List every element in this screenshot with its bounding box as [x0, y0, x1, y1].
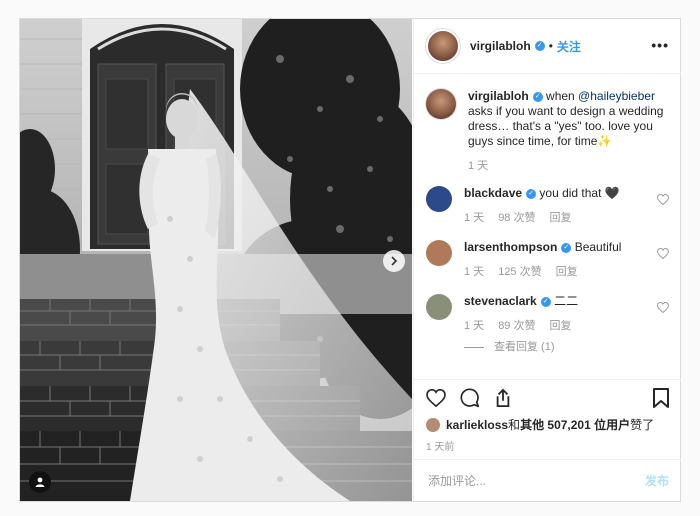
caption-meta: 1 天	[468, 159, 669, 174]
comment-icon[interactable]	[460, 388, 480, 408]
comment-likes[interactable]: 125 次赞	[498, 266, 541, 278]
author-username[interactable]: virgilabloh	[470, 39, 531, 53]
share-icon[interactable]	[494, 388, 512, 408]
comment-text: Beautiful	[574, 240, 622, 254]
action-bar	[414, 379, 681, 415]
follow-button[interactable]: 关注	[557, 38, 581, 55]
comment-item: larsenthompson ✓ Beautiful 1 天 125 次赞 回复	[426, 240, 670, 280]
caption-author[interactable]: virgilabloh	[468, 89, 529, 103]
comment-likes[interactable]: 98 次赞	[498, 212, 535, 224]
carousel-next-button[interactable]	[383, 250, 405, 272]
post-card: virgilabloh ✓ • 关注 ••• virgilabloh ✓ when…	[19, 18, 681, 502]
view-replies-label: 查看回复 (1)	[494, 341, 555, 353]
comment-meta: 1 天 125 次赞 回复	[464, 265, 647, 280]
user-tags-button[interactable]	[29, 471, 51, 493]
post-header: virgilabloh ✓ • 关注 •••	[414, 19, 681, 74]
replies-divider	[464, 346, 484, 348]
likes-others-link[interactable]: 其他 507,201 位用户	[520, 416, 630, 433]
comment-avatar[interactable]	[426, 240, 452, 266]
post-photo[interactable]	[20, 19, 412, 501]
likes-suffix: 赞了	[630, 418, 655, 432]
comment-meta: 1 天 98 次赞 回复	[464, 211, 647, 226]
comment-text: 二二	[554, 294, 579, 308]
comment-author[interactable]: stevenaclark	[464, 294, 537, 308]
comment-text: you did that 🖤	[539, 186, 620, 200]
verified-badge-icon: ✓	[540, 296, 551, 307]
liker-avatar[interactable]	[426, 417, 440, 432]
caption-time[interactable]: 1 天	[468, 160, 488, 172]
author-avatar[interactable]	[426, 29, 460, 63]
reply-button[interactable]: 回复	[556, 266, 578, 278]
comment-item: stevenaclark ✓ 二二 1 天 89 次赞 回复	[426, 294, 670, 334]
bookmark-icon[interactable]	[653, 387, 669, 408]
post-timestamp[interactable]: 1 天前	[426, 438, 454, 453]
more-options-button[interactable]: •••	[651, 37, 669, 53]
comment-input[interactable]	[426, 472, 645, 489]
comment-item: blackdave ✓ you did that 🖤 1 天 98 次赞 回复	[426, 186, 670, 226]
verified-badge-icon: ✓	[526, 188, 537, 199]
verified-badge-icon: ✓	[532, 91, 543, 102]
comment-like-heart-icon[interactable]	[656, 300, 670, 318]
comments-list[interactable]: virgilabloh ✓ when @haileybieber asks if …	[414, 75, 681, 378]
heart-icon[interactable]	[426, 388, 446, 407]
reply-button[interactable]: 回复	[549, 320, 571, 332]
verified-badge-icon: ✓	[534, 41, 545, 51]
comment-time[interactable]: 1 天	[464, 212, 484, 224]
user-tag-icon	[34, 476, 46, 488]
comment-avatar[interactable]	[426, 294, 452, 320]
comment-avatar[interactable]	[426, 186, 452, 212]
likes-connector: 和	[508, 418, 521, 432]
caption-text-before: when	[542, 89, 579, 103]
reply-button[interactable]: 回复	[549, 212, 571, 224]
view-replies-button[interactable]: 查看回复 (1)	[464, 338, 669, 354]
comment-time[interactable]: 1 天	[464, 266, 484, 278]
post-comment-button[interactable]: 发布	[645, 472, 669, 489]
verified-badge-icon: ✓	[561, 242, 572, 253]
comment-like-heart-icon[interactable]	[656, 246, 670, 264]
caption: virgilabloh ✓ when @haileybieber asks if …	[426, 89, 669, 174]
comment-meta: 1 天 89 次赞 回复	[464, 319, 647, 334]
comment-author[interactable]: larsenthompson	[464, 240, 557, 254]
caption-avatar[interactable]	[426, 89, 456, 119]
caption-mention-link[interactable]: @haileybieber	[578, 89, 655, 103]
separator-dot: •	[548, 39, 553, 53]
likes-summary: karliekloss 和 其他 507,201 位用户 赞了	[426, 416, 669, 433]
post-sidebar: virgilabloh ✓ • 关注 ••• virgilabloh ✓ when…	[413, 19, 681, 501]
liker-username[interactable]: karliekloss	[446, 418, 508, 432]
comment-time[interactable]: 1 天	[464, 320, 484, 332]
chevron-right-icon	[390, 256, 398, 266]
comment-likes[interactable]: 89 次赞	[498, 320, 535, 332]
comment-like-heart-icon[interactable]	[656, 192, 670, 210]
caption-text-after: asks if you want to design a wedding dre…	[468, 104, 664, 148]
comment-composer: 发布	[414, 459, 681, 501]
comment-author[interactable]: blackdave	[464, 186, 522, 200]
